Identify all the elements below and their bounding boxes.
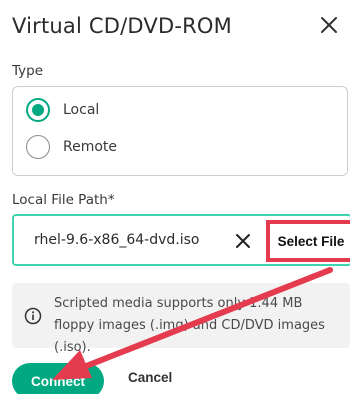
radio-local[interactable]: Local: [26, 98, 99, 122]
radio-local-indicator[interactable]: [26, 98, 50, 122]
info-notice: Scripted media supports only 1.44 MB flo…: [12, 283, 350, 355]
close-icon: [321, 17, 337, 33]
clear-file-button[interactable]: [232, 230, 254, 252]
local-file-path-label: Local File Path*: [12, 192, 115, 208]
info-circle-icon: [24, 307, 42, 325]
connect-button[interactable]: Connect: [12, 363, 104, 394]
info-text: Scripted media supports only 1.44 MB flo…: [54, 296, 325, 355]
type-label: Type: [12, 63, 44, 79]
close-icon: [236, 234, 250, 248]
close-button[interactable]: [314, 10, 344, 40]
select-file-button[interactable]: Select File: [266, 220, 350, 262]
cancel-button[interactable]: Cancel: [128, 370, 172, 385]
type-radio-group: Local Remote: [12, 86, 348, 176]
radio-remote-label: Remote: [63, 139, 118, 155]
local-file-path-value[interactable]: rhel-9.6-x86_64-dvd.iso: [34, 232, 199, 248]
radio-local-label: Local: [63, 102, 100, 118]
radio-remote-indicator[interactable]: [26, 135, 50, 159]
local-file-path-field[interactable]: rhel-9.6-x86_64-dvd.iso Select File: [12, 214, 350, 266]
dialog-title: Virtual CD/DVD-ROM: [12, 14, 232, 38]
radio-remote[interactable]: Remote: [26, 135, 117, 159]
